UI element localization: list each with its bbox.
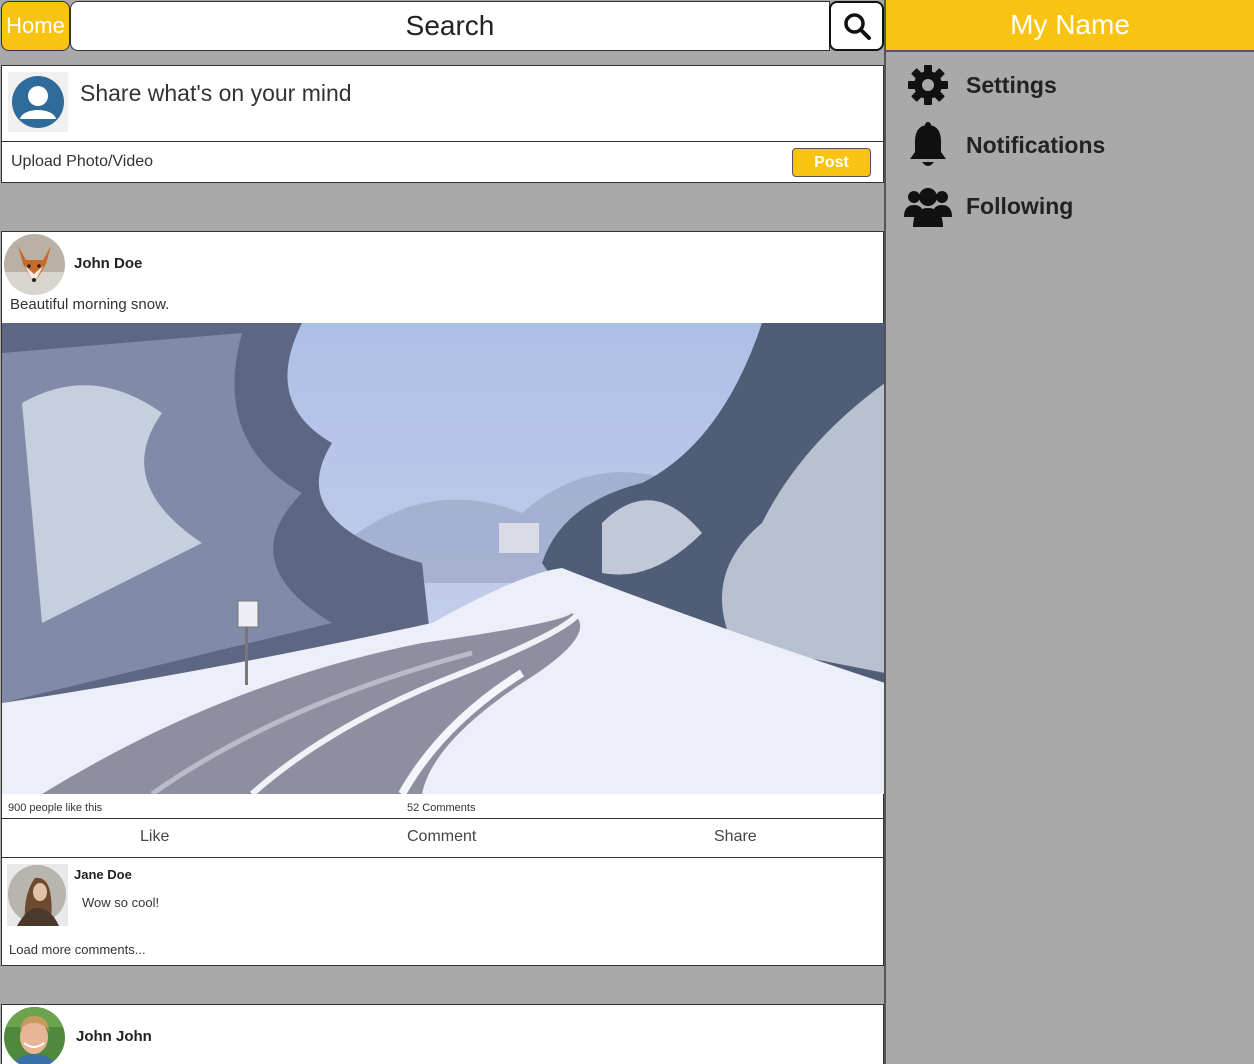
avatar (8, 72, 68, 132)
post-composer: Share what's on your mind Upload Photo/V… (1, 65, 884, 183)
load-more-comments-link[interactable]: Load more comments... (9, 942, 146, 957)
feed-post: John John (1, 1004, 884, 1064)
sidebar-item-label: Following (966, 192, 1074, 219)
search-button[interactable] (829, 1, 884, 51)
post-author-name[interactable]: John John (76, 1028, 152, 1045)
snowy-road-photo (2, 323, 885, 794)
post-caption: Beautiful morning snow. (10, 296, 170, 313)
comments-count[interactable]: 52 Comments (407, 802, 475, 814)
post-author-name[interactable]: John Doe (74, 255, 142, 272)
post-actions-bar: Like Comment Share (2, 818, 883, 858)
fox-avatar-image (4, 234, 65, 295)
post-image[interactable] (2, 323, 885, 794)
likes-count[interactable]: 900 people like this (8, 802, 102, 814)
sidebar-item-settings[interactable]: Settings (904, 62, 1057, 108)
feed-post: John Doe Beautiful morning snow. 900 peo… (1, 231, 885, 966)
bell-icon (904, 122, 952, 168)
composer-prompt[interactable]: Share what's on your mind (80, 80, 352, 107)
profile-name-header[interactable]: My Name (886, 0, 1254, 52)
sidebar-item-notifications[interactable]: Notifications (904, 122, 1105, 168)
avatar[interactable] (7, 864, 68, 926)
post-button[interactable]: Post (792, 148, 871, 177)
user-avatar-icon (12, 76, 64, 128)
upload-photo-video-button[interactable]: Upload Photo/Video (11, 153, 153, 171)
avatar[interactable] (4, 234, 65, 295)
gear-icon (904, 62, 952, 108)
comment-button[interactable]: Comment (407, 828, 476, 846)
like-button[interactable]: Like (140, 828, 169, 846)
divider (2, 141, 883, 142)
sidebar-item-label: Settings (966, 71, 1057, 98)
users-icon (904, 183, 952, 229)
commenter-avatar-image (7, 864, 68, 926)
avatar[interactable] (4, 1007, 65, 1064)
search-input[interactable]: Search (70, 1, 830, 51)
search-placeholder: Search (405, 10, 495, 41)
comment-author-name[interactable]: Jane Doe (74, 867, 132, 882)
comment-text: Wow so cool! (82, 895, 160, 910)
share-button[interactable]: Share (714, 828, 757, 846)
sidebar-item-label: Notifications (966, 131, 1106, 158)
john-john-avatar-image (4, 1007, 65, 1064)
search-icon (843, 13, 871, 40)
home-button[interactable]: Home (1, 1, 70, 51)
sidebar: My Name Settings Notifications Following (884, 0, 1254, 1064)
sidebar-item-following[interactable]: Following (904, 183, 1073, 229)
